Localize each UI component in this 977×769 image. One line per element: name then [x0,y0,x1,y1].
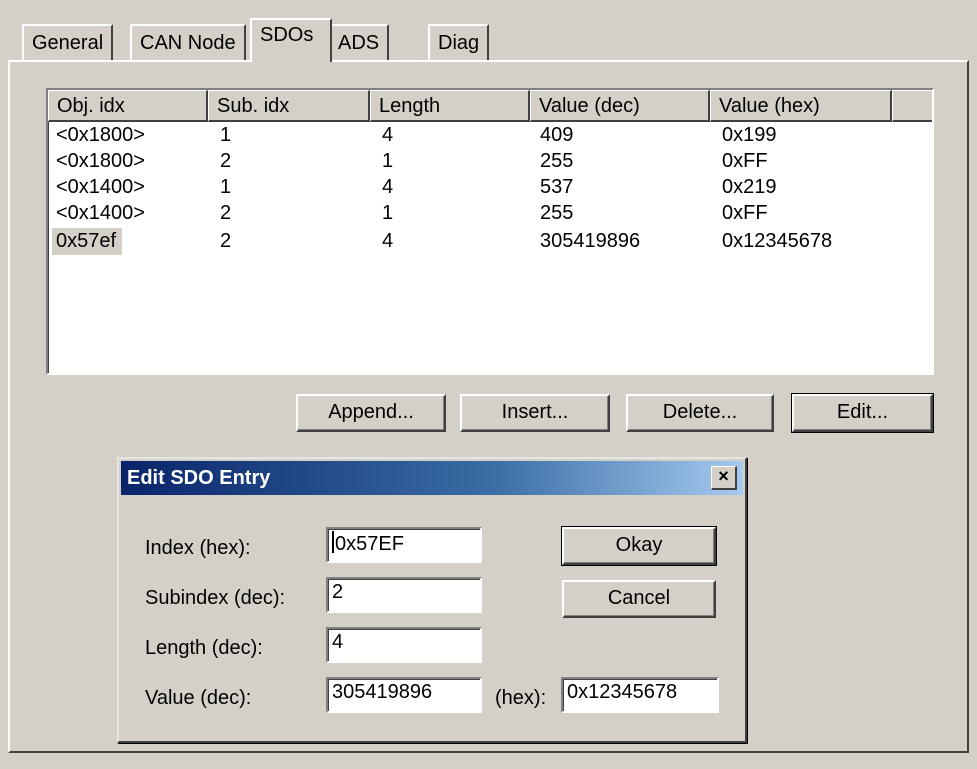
edit-button-label: Edit... [836,401,889,423]
column-header-label: Value (hex) [719,95,820,117]
length-field[interactable]: 4 [326,627,482,663]
column-header-filler [892,90,932,122]
tab-sdos[interactable]: SDOs [250,18,332,62]
cell-length: 4 [382,124,394,146]
append-button[interactable]: Append... [296,394,446,432]
cell-length: 4 [382,230,394,252]
cell-value-dec: 409 [540,124,574,146]
cancel-button[interactable]: Cancel [562,580,716,618]
tab-general[interactable]: General [22,24,114,60]
column-header-label: Length [379,95,441,117]
hex-label: (hex): [495,687,547,709]
cell-value-dec: 537 [540,176,574,198]
cell-obj-idx: <0x1400> [56,176,145,198]
close-icon: × [718,466,729,486]
cell-obj-idx: <0x1800> [56,150,145,172]
column-header-sub-idx[interactable]: Sub. idx [208,90,370,122]
table-row[interactable]: <0x1400> 2 1 255 0xFF [48,200,932,227]
table-row[interactable]: <0x1800> 1 4 409 0x199 [48,122,932,149]
length-label: Length (dec): [145,637,263,659]
cell-value-dec: 255 [540,150,574,172]
tab-diag[interactable]: Diag [428,24,490,60]
delete-button-label: Delete... [662,401,738,423]
tab-general-label: General [32,32,104,54]
subindex-label: Subindex (dec): [145,587,286,609]
dialog-titlebar[interactable]: Edit SDO Entry × [121,461,743,495]
column-header-label: Sub. idx [217,95,290,117]
cell-value-hex: 0xFF [722,150,768,172]
tab-can-node-label: CAN Node [140,32,236,54]
index-field-value: 0x57EF [335,533,404,555]
cell-sub-idx: 1 [220,124,232,146]
cell-obj-idx: <0x1400> [56,202,145,224]
property-panel: General CAN Node ADS Diag SDOs Obj. idx … [0,0,977,769]
cell-value-hex: 0xFF [722,202,768,224]
close-button[interactable]: × [711,466,737,490]
column-header-length[interactable]: Length [370,90,530,122]
okay-button[interactable]: Okay [561,526,717,566]
column-header-value-hex[interactable]: Value (hex) [710,90,892,122]
subindex-field-value: 2 [332,581,344,603]
table-row[interactable]: <0x1400> 1 4 537 0x219 [48,174,932,201]
text-caret [332,531,334,553]
tab-diag-label: Diag [438,32,480,54]
sdo-list-header: Obj. idx Sub. idx Length Value (dec) Val… [48,90,932,122]
table-row[interactable]: <0x1800> 2 1 255 0xFF [48,148,932,175]
cell-value-hex: 0x199 [722,124,777,146]
cell-sub-idx: 1 [220,176,232,198]
insert-button[interactable]: Insert... [460,394,610,432]
delete-button[interactable]: Delete... [626,394,774,432]
cell-sub-idx: 2 [220,150,232,172]
cell-value-dec: 305419896 [540,230,641,252]
subindex-field[interactable]: 2 [326,577,482,613]
value-hex-field[interactable]: 0x12345678 [561,677,719,713]
edit-button[interactable]: Edit... [791,393,934,433]
column-header-value-dec[interactable]: Value (dec) [530,90,710,122]
value-dec-field-value: 305419896 [332,681,433,703]
value-dec-field[interactable]: 305419896 [326,677,482,713]
cancel-button-label: Cancel [607,587,671,609]
index-field[interactable]: 0x57EF [326,527,482,563]
dialog-title: Edit SDO Entry [127,467,271,489]
value-hex-field-value: 0x12345678 [567,681,678,703]
edit-sdo-dialog: Edit SDO Entry × Index (hex): 0x57EF Sub… [117,457,747,743]
table-row-selected[interactable]: 0x57ef 2 4 305419896 0x12345678 [48,228,932,255]
length-field-value: 4 [332,631,344,653]
column-header-label: Value (dec) [539,95,640,117]
tab-can-node[interactable]: CAN Node [130,24,246,60]
tab-sdos-label: SDOs [260,24,314,46]
cell-sub-idx: 2 [220,230,232,252]
cell-length: 1 [382,202,394,224]
value-dec-label: Value (dec): [145,687,252,709]
insert-button-label: Insert... [501,401,569,423]
index-label: Index (hex): [145,537,251,559]
cell-obj-idx: <0x1800> [56,124,145,146]
cell-length: 4 [382,176,394,198]
column-header-label: Obj. idx [57,95,125,117]
cell-value-hex: 0x12345678 [722,230,833,252]
column-header-obj-idx[interactable]: Obj. idx [48,90,208,122]
tab-ads[interactable]: ADS [328,24,390,60]
append-button-label: Append... [328,401,414,423]
cell-length: 1 [382,150,394,172]
cell-sub-idx: 2 [220,202,232,224]
cell-value-hex: 0x219 [722,176,777,198]
tab-ads-label: ADS [338,32,380,54]
sdo-list[interactable]: Obj. idx Sub. idx Length Value (dec) Val… [46,88,934,375]
cell-value-dec: 255 [540,202,574,224]
okay-button-label: Okay [615,534,663,556]
cell-obj-idx: 0x57ef [52,228,123,255]
